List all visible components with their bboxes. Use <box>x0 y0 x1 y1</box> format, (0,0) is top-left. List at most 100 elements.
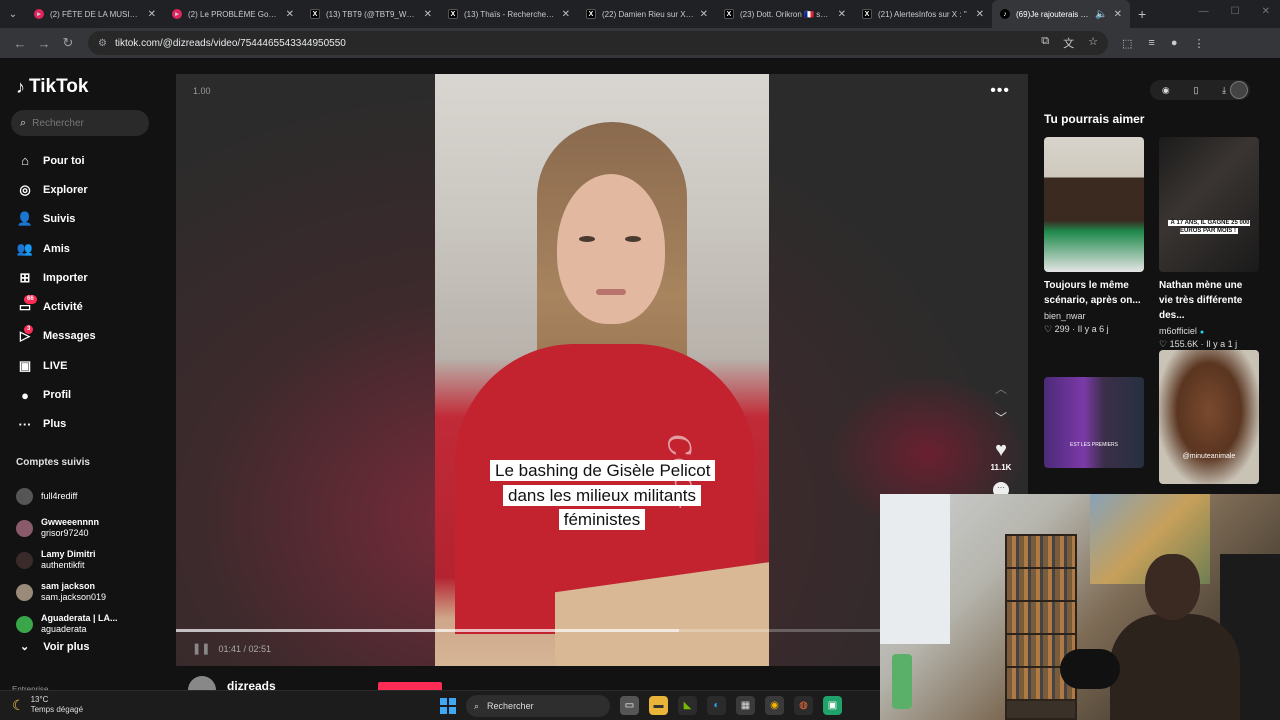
search-input[interactable]: ⌕ Rechercher <box>11 110 149 136</box>
browser-menu-icon[interactable]: ⋮ <box>1193 37 1204 50</box>
suggestion-thumbnail[interactable]: À 17 ANS, IL GAGNE 25 000 EUROS PAR MOIS… <box>1159 137 1259 272</box>
see-more-button[interactable]: ⌄ Voir plus <box>20 640 89 654</box>
forward-icon[interactable]: → <box>32 36 56 51</box>
browser-tab[interactable]: X (23) Dott. Orikron 🇫🇷 sur X : ✕ <box>716 0 854 28</box>
extensions-icon[interactable]: ⬚ <box>1122 37 1132 50</box>
more-options-icon[interactable]: ••• <box>990 82 1010 100</box>
browser-tab[interactable]: ▸ (2) Le PROBLÈME God Va ✕ <box>164 0 302 28</box>
mouth <box>596 289 626 295</box>
followed-account[interactable]: Lamy Dimitri authentikfit <box>16 544 118 576</box>
next-video-icon[interactable]: ﹀ <box>995 409 1007 426</box>
media-controls-icon[interactable]: ≡ <box>1148 37 1154 50</box>
close-tab-icon[interactable]: ✕ <box>700 9 708 20</box>
download-icon[interactable]: ⤓ <box>1222 85 1226 96</box>
video-frame[interactable]: Coca Le bashing de Gisèle Pelicot dans l… <box>435 74 769 666</box>
taskbar-search[interactable]: ⌕ Rechercher <box>466 695 610 717</box>
nav-item-live[interactable]: ▣ LIVE <box>16 351 96 380</box>
install-app-icon[interactable]: ⧉ <box>1041 35 1049 51</box>
chrome-icon[interactable]: ◉ <box>765 696 784 715</box>
profile-avatar-icon[interactable]: ● <box>1171 37 1178 50</box>
browser-tab[interactable]: X (13) TBT9 (@TBT9_W9) / X ✕ <box>302 0 440 28</box>
app-icon[interactable]: ▣ <box>823 696 842 715</box>
suggestion-card[interactable]: EST LES PREMIERS <box>1044 377 1144 468</box>
browser-tab-active[interactable]: ♪ (69)Je rajouterais égal 🔈 ✕ <box>992 0 1130 28</box>
suggestion-author[interactable]: m6officiel ● <box>1159 326 1259 336</box>
tab-search-icon[interactable]: ⌄ <box>0 0 26 28</box>
file-explorer-icon[interactable]: ▬ <box>649 696 668 715</box>
nvidia-icon[interactable]: ◣ <box>678 696 697 715</box>
suggestion-thumbnail[interactable]: @minuteanimale <box>1159 350 1259 484</box>
site-info-icon[interactable]: ⚙ <box>98 38 107 49</box>
nav-item-plus[interactable]: ··· Plus <box>16 410 96 439</box>
followed-account[interactable]: full4rediff <box>16 480 118 512</box>
main-nav: ⌂ Pour toi ◎ Explorer 👤 Suivis 👥 Amis ⊞ Impor… <box>16 146 96 439</box>
chevron-down-icon: ⌄ <box>20 641 30 653</box>
video-caption: Le bashing de Gisèle Pelicot dans les mi… <box>490 459 716 533</box>
close-tab-icon[interactable]: ✕ <box>148 9 156 20</box>
followed-accounts-list: full4rediff Gwweeennnn grisor97240 Lamy D… <box>16 480 118 640</box>
close-tab-icon[interactable]: ✕ <box>562 9 570 20</box>
bookmark-star-icon[interactable]: ☆ <box>1088 35 1098 51</box>
new-tab-button[interactable]: + <box>1138 6 1146 22</box>
window-controls: — ☐ ✕ <box>1199 6 1270 17</box>
nav-item-amis[interactable]: 👥 Amis <box>16 234 96 263</box>
suggestion-thumbnail[interactable]: EST LES PREMIERS <box>1044 377 1144 468</box>
url-field[interactable]: ⚙ tiktok.com/@dizreads/video/75444655433… <box>88 31 1108 55</box>
user-avatar[interactable] <box>1230 81 1248 99</box>
close-tab-icon[interactable]: ✕ <box>976 9 984 20</box>
phone-icon[interactable]: ▯ <box>1193 85 1198 96</box>
like-icon[interactable]: ♥ <box>995 440 1007 460</box>
reload-icon[interactable]: ↻ <box>56 35 80 51</box>
store-icon[interactable]: ▦ <box>736 696 755 715</box>
close-window-icon[interactable]: ✕ <box>1262 6 1270 17</box>
close-tab-icon[interactable]: ✕ <box>1114 9 1122 20</box>
tiktok-logo[interactable]: ♪ TikTok <box>16 76 88 98</box>
thumbnail-overlay-text: @minuteanimale <box>1182 453 1236 460</box>
suggestion-thumbnail[interactable] <box>1044 137 1144 272</box>
suggestion-title[interactable]: Toujours le même scénario, après on... <box>1044 278 1144 308</box>
maximize-icon[interactable]: ☐ <box>1231 6 1240 17</box>
upload-icon: ⊞ <box>19 269 31 285</box>
close-tab-icon[interactable]: ✕ <box>424 9 432 20</box>
pause-icon[interactable]: ❚❚ <box>192 642 210 655</box>
playback-speed[interactable]: 1.00 <box>193 86 211 96</box>
nav-item-profil[interactable]: ● Profil <box>16 380 96 409</box>
browser-tab[interactable]: X (13) Thaïs - Recherche / X ✕ <box>440 0 578 28</box>
browser-tab[interactable]: X (21) AlertesInfos sur X : " ✕ <box>854 0 992 28</box>
suggestion-title[interactable]: Nathan mène une vie très différente des.… <box>1159 278 1259 323</box>
followed-account[interactable]: sam jackson sam.jackson019 <box>16 576 118 608</box>
firefox-icon[interactable]: ◍ <box>794 696 813 715</box>
close-tab-icon[interactable]: ✕ <box>286 9 294 20</box>
coins-icon[interactable]: ◉ <box>1162 85 1170 96</box>
browser-tab-strip: ⌄ ▸ (2) FÊTE DE LA MUSIQUE ✕ ▸ (2) Le PROBL… <box>0 0 1280 28</box>
suggestion-card[interactable]: @minuteanimale <box>1159 350 1259 484</box>
task-view-icon[interactable]: ▭ <box>620 696 639 715</box>
close-tab-icon[interactable]: ✕ <box>838 9 846 20</box>
followed-account[interactable]: Aguaderata | LA... aguaderata <box>16 608 118 640</box>
windows-start-icon[interactable] <box>440 698 456 714</box>
suggestion-card[interactable]: Toujours le même scénario, après on... b… <box>1044 137 1144 335</box>
minimize-icon[interactable]: — <box>1199 6 1209 17</box>
verified-icon: ● <box>1199 329 1205 336</box>
avatar <box>16 487 33 505</box>
suggestion-card[interactable]: À 17 ANS, IL GAGNE 25 000 EUROS PAR MOIS… <box>1159 137 1259 350</box>
speaker-icon[interactable]: 🔈 <box>1095 9 1107 20</box>
edge-icon[interactable]: ◐ <box>707 696 726 715</box>
nav-item-pour-toi[interactable]: ⌂ Pour toi <box>16 146 96 175</box>
nav-item-activite[interactable]: ▭ 66 Activité <box>16 292 96 321</box>
video-subject-face <box>557 174 665 324</box>
suggestion-author[interactable]: bien_nwar <box>1044 311 1144 321</box>
back-icon[interactable]: ← <box>8 36 32 51</box>
translate-icon[interactable]: 文 <box>1063 35 1074 51</box>
browser-tab[interactable]: X (22) Damien Rieu sur X : " ✕ <box>578 0 716 28</box>
nav-item-explorer[interactable]: ◎ Explorer <box>16 175 96 204</box>
more-icon: ··· <box>18 416 32 432</box>
weather-widget[interactable]: ☾ 13°C Temps dégagé <box>12 695 83 715</box>
previous-video-icon[interactable]: ︿ <box>995 380 1007 397</box>
nav-item-suivis[interactable]: 👤 Suivis <box>16 205 96 234</box>
nav-item-importer[interactable]: ⊞ Importer <box>16 263 96 292</box>
nav-item-messages[interactable]: ▷ 3 Messages <box>16 322 96 351</box>
followed-account[interactable]: Gwweeennnn grisor97240 <box>16 512 118 544</box>
url-text: tiktok.com/@dizreads/video/7544465543344… <box>114 37 346 49</box>
browser-tab[interactable]: ▸ (2) FÊTE DE LA MUSIQUE ✕ <box>26 0 164 28</box>
